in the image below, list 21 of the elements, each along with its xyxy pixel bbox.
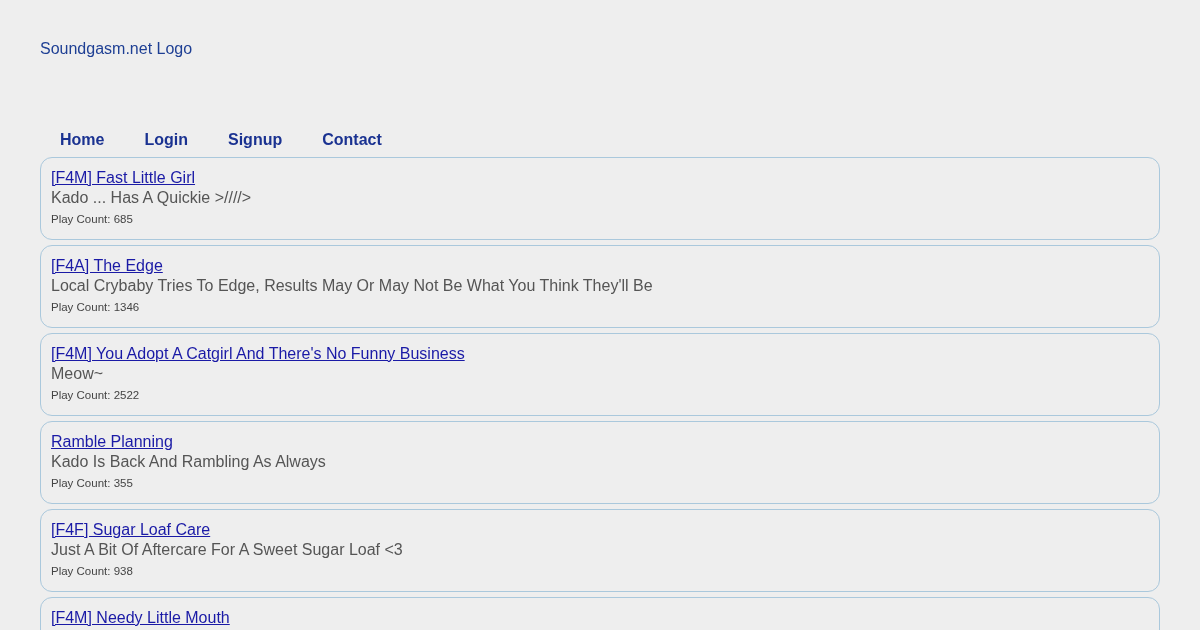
sound-title-link[interactable]: [F4M] You Adopt A Catgirl And There's No Funny Business xyxy=(51,344,465,364)
play-count: Play Count: 1346 xyxy=(51,300,140,315)
play-count: Play Count: 938 xyxy=(51,564,133,579)
sound-description: Kado Is Back And Rambling As Always xyxy=(51,452,327,472)
play-count: Play Count: 355 xyxy=(51,476,133,491)
site-logo-text[interactable]: Soundgasm.net Logo xyxy=(40,40,193,128)
nav-link[interactable]: Contact xyxy=(322,128,382,149)
nav-link[interactable]: Home xyxy=(60,128,105,149)
nav-link[interactable]: Login xyxy=(144,128,188,149)
sound-description: Meow~ xyxy=(51,364,105,384)
nav-link[interactable]: Signup xyxy=(228,128,283,149)
sound-title-link[interactable]: [F4M] Needy Little Mouth xyxy=(51,608,230,628)
play-count: Play Count: 2522 xyxy=(51,388,140,403)
sound-description: Just A Bit Of Aftercare For A Sweet Sugar Loaf <3 xyxy=(51,540,404,560)
sound-title-link[interactable]: [F4A] The Edge xyxy=(51,256,163,276)
sound-description: Kado ... Has A Quickie >////> xyxy=(51,188,253,208)
sound-title-link[interactable]: Ramble Planning xyxy=(51,432,173,452)
sound-title-link[interactable]: [F4F] Sugar Loaf Care xyxy=(51,520,211,540)
play-count: Play Count: 685 xyxy=(51,212,133,227)
sound-title-link[interactable]: [F4M] Fast Little Girl xyxy=(51,168,196,188)
sound-description: Local Crybaby Tries To Edge, Results May Or May Not Be What You Think They'll Be xyxy=(51,276,654,296)
